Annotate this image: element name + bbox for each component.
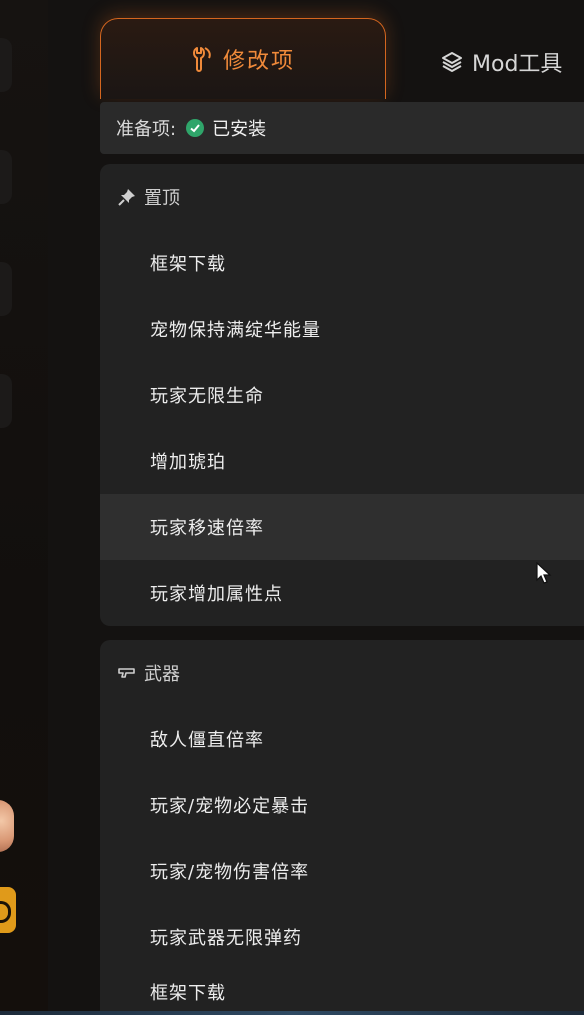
item-label: 敌人僵直倍率 — [150, 730, 264, 751]
section-pinned: 置顶 框架下载 宠物保持满绽华能量 玩家无限生命 增加琥珀 玩家移速倍率 玩家增… — [100, 164, 584, 626]
wrench-icon — [192, 47, 211, 72]
list-item[interactable]: 框架下载 — [100, 968, 584, 1015]
item-label: 增加琥珀 — [150, 452, 226, 473]
list-item[interactable]: 敌人僵直倍率 — [100, 706, 584, 772]
list-item[interactable]: 玩家武器无限弹药 — [100, 904, 584, 970]
item-label: 玩家增加属性点 — [150, 584, 283, 605]
list-item[interactable]: 玩家/宠物必定暴击 — [100, 772, 584, 838]
gun-icon — [118, 668, 135, 678]
left-sidebar — [0, 0, 48, 1015]
list-item[interactable]: 增加琥珀 — [100, 428, 584, 494]
tab-modifiers-label: 修改项 — [222, 49, 295, 74]
prepare-status-bar: 准备项: 已安装 — [100, 102, 584, 154]
tab-mod-tools[interactable]: Mod工具 — [440, 42, 562, 82]
item-label: 玩家无限生命 — [150, 386, 264, 407]
prepare-label: 准备项: — [116, 119, 177, 140]
section-weapons: 武器 敌人僵直倍率 玩家/宠物必定暴击 玩家/宠物伤害倍率 玩家武器无限弹药 框… — [100, 640, 584, 1015]
sidebar-button[interactable] — [0, 38, 12, 92]
layers-icon — [442, 52, 462, 72]
section-title: 武器 — [144, 664, 180, 685]
pin-icon — [118, 189, 135, 206]
item-label: 框架下载 — [150, 982, 226, 1004]
item-label: 玩家武器无限弹药 — [150, 928, 302, 949]
list-item[interactable]: 玩家移速倍率 — [100, 494, 584, 560]
list-item[interactable]: 玩家/宠物伤害倍率 — [100, 838, 584, 904]
list-item[interactable]: 宠物保持满绽华能量 — [100, 296, 584, 362]
item-label: 玩家/宠物伤害倍率 — [150, 862, 310, 883]
check-circle-icon — [186, 119, 205, 137]
tab-bar: 修改项 Mod工具 — [100, 18, 584, 99]
item-label: 框架下载 — [150, 254, 226, 275]
item-label: 玩家/宠物必定暴击 — [150, 796, 310, 817]
sidebar-button[interactable] — [0, 374, 12, 428]
mouse-cursor-icon — [536, 562, 552, 584]
app-icon[interactable] — [0, 887, 16, 933]
list-item[interactable]: 玩家增加属性点 — [100, 560, 584, 626]
sidebar-button[interactable] — [0, 150, 12, 204]
item-label: 玩家移速倍率 — [150, 518, 264, 539]
section-header: 置顶 — [118, 182, 180, 212]
list-item[interactable]: 框架下载 — [100, 230, 584, 296]
bottom-edge — [0, 1011, 584, 1015]
tab-modifiers[interactable]: 修改项 — [100, 18, 386, 99]
section-header: 武器 — [118, 658, 180, 688]
section-title: 置顶 — [144, 188, 180, 209]
tab-mod-tools-label: Mod工具 — [472, 52, 563, 77]
avatar[interactable] — [0, 800, 14, 852]
list-item[interactable]: 玩家无限生命 — [100, 362, 584, 428]
sidebar-button[interactable] — [0, 262, 12, 316]
main-panel: 修改项 Mod工具 准备项: 已安装 置顶 框架下载 宠物保持满绽华能量 玩家无… — [48, 0, 584, 1015]
prepare-status: 已安装 — [212, 119, 267, 140]
item-label: 宠物保持满绽华能量 — [150, 320, 321, 341]
